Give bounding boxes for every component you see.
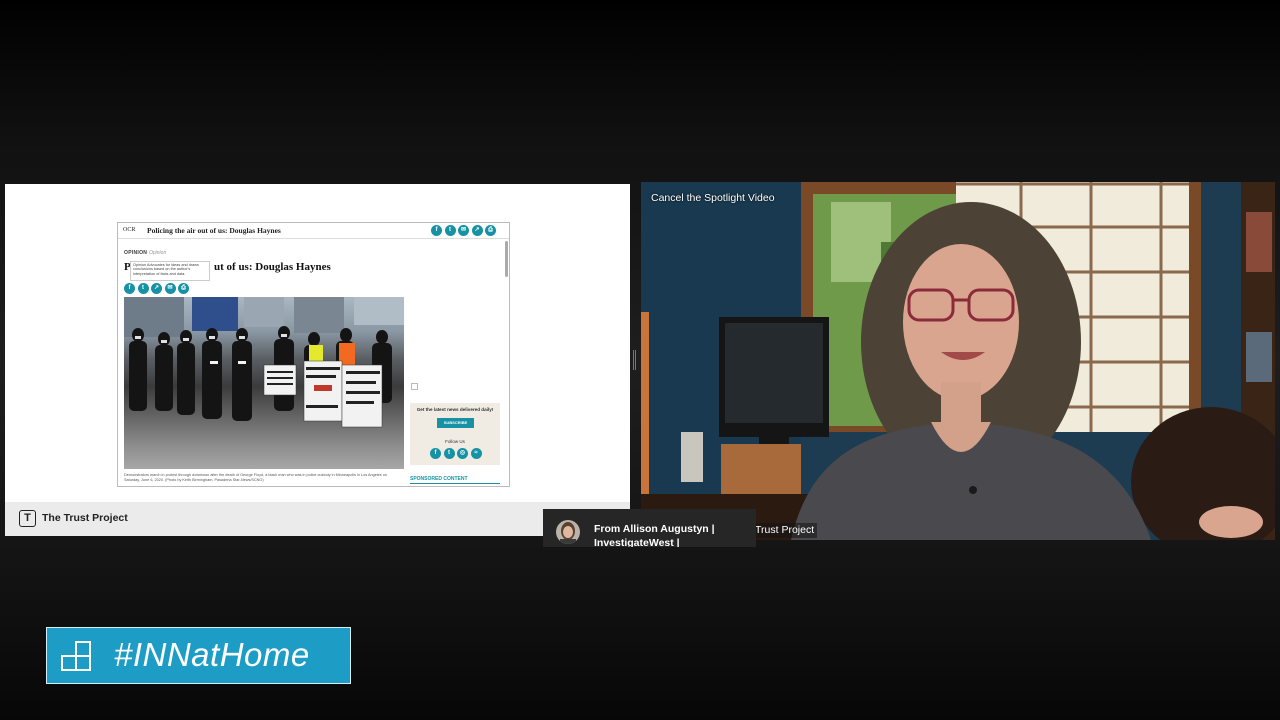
protest-photo — [124, 297, 404, 469]
email-icon[interactable]: ✉ — [164, 283, 176, 294]
subscribe-button[interactable]: SUBSCRIBE — [437, 418, 474, 428]
inline-social-icons: f t ↗ ✉ ⎙ — [124, 283, 189, 294]
opinion-kicker: OPINION — [124, 250, 148, 256]
twitter-icon[interactable]: t — [137, 283, 149, 294]
print-icon[interactable]: ⎙ — [178, 283, 189, 294]
crowd-illustration — [129, 326, 392, 428]
twitter-icon[interactable]: t — [443, 448, 455, 459]
instagram-icon[interactable]: ◎ — [457, 448, 468, 459]
newsletter-title: Get the latest news delivered daily! — [416, 407, 494, 412]
follow-icons: f t ◎ ≈ — [430, 448, 482, 459]
top-social-icons: f t ✉ ↗ ⎙ — [431, 225, 496, 236]
hashtag-text: #INNatHome — [114, 636, 310, 673]
grid-logo-icon — [61, 641, 91, 671]
hashtag-banner: #INNatHome — [46, 627, 351, 684]
spotlight-video: Cancel the Spotlight Video Trust Project — [641, 182, 1275, 540]
participant-name-label: Trust Project — [752, 523, 818, 538]
opinion-subkicker: Opinion — [149, 250, 167, 256]
follow-label: Follow Us — [445, 439, 465, 444]
article-top-bar: OCR Policing the air out of us: Douglas … — [118, 223, 509, 239]
photo-caption: Demonstrators march in protest through d… — [124, 473, 387, 482]
cancel-spotlight-label[interactable]: Cancel the Spotlight Video — [651, 192, 775, 204]
facebook-icon[interactable]: f — [430, 448, 441, 459]
ad-choices-icon[interactable] — [411, 383, 418, 390]
article-scrollbar[interactable] — [505, 241, 508, 277]
panel-divider-handle[interactable] — [633, 350, 636, 370]
twitter-icon[interactable]: t — [444, 225, 456, 236]
sponsored-content-link[interactable]: SPONSORED CONTENT — [410, 476, 500, 484]
article-preview: OCR Policing the air out of us: Douglas … — [117, 222, 510, 487]
facebook-icon[interactable]: f — [124, 283, 135, 294]
shared-screen-panel: OCR Policing the air out of us: Douglas … — [5, 184, 630, 536]
email-icon[interactable]: ✉ — [458, 225, 469, 236]
newsletter-box: Get the latest news delivered daily! SUB… — [410, 403, 500, 465]
rss-icon[interactable]: ≈ — [470, 448, 482, 459]
article-headline: ut of us: Douglas Haynes — [214, 261, 331, 273]
avatar — [556, 520, 580, 544]
facebook-icon[interactable]: f — [431, 225, 442, 236]
trust-project-icon: T — [19, 510, 36, 527]
opinion-tooltip: Opinion Advocates for ideas and draws co… — [130, 261, 210, 281]
chat-notification[interactable]: From Allison Augustyn | InvestigateWest … — [543, 509, 756, 547]
trust-project-bar: T The Trust Project — [5, 502, 630, 536]
trust-project-label: The Trust Project — [42, 512, 128, 524]
chat-message-text: From Allison Augustyn | InvestigateWest … — [594, 523, 715, 547]
share-icon[interactable]: ↗ — [151, 283, 162, 294]
print-icon[interactable]: ⎙ — [485, 225, 496, 236]
share-icon[interactable]: ↗ — [471, 225, 483, 236]
publication-logo: OCR — [123, 227, 136, 233]
article-top-title: Policing the air out of us: Douglas Hayn… — [147, 226, 281, 235]
speaker-video-frame — [641, 182, 1275, 540]
